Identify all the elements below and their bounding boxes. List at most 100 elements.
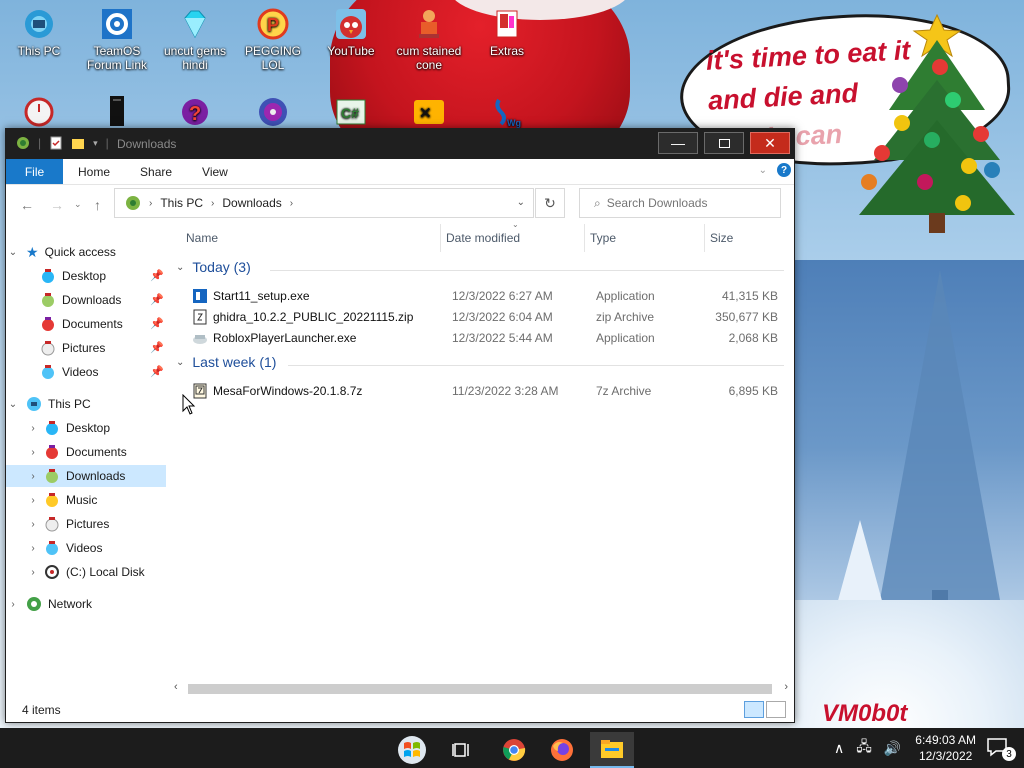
collapse-chevron-icon[interactable]: ⌄: [6, 247, 20, 258]
sidebar-item-network[interactable]: › Network: [6, 593, 166, 615]
up-arrow-icon[interactable]: ↑: [94, 197, 101, 213]
desktop-icon-this-pc[interactable]: This PC: [0, 8, 78, 58]
address-dropdown-icon[interactable]: ⌄: [517, 197, 525, 208]
pin-icon[interactable]: 📌: [150, 341, 164, 354]
firefox-taskbar-button[interactable]: [540, 732, 584, 768]
group-header-last-week[interactable]: ⌄ Last week (1): [176, 354, 276, 370]
volume-icon[interactable]: 🔊: [884, 740, 901, 757]
scroll-left-icon[interactable]: ‹: [174, 681, 178, 693]
desktop-icon-uncut-gems-hindi[interactable]: uncut gems hindi: [156, 8, 234, 72]
search-input[interactable]: [606, 196, 767, 210]
chrome-taskbar-button[interactable]: [492, 732, 536, 768]
expand-chevron-icon[interactable]: ›: [26, 447, 40, 458]
expand-chevron-icon[interactable]: ›: [26, 423, 40, 434]
new-folder-icon[interactable]: [71, 136, 85, 150]
desktop-icon-disc[interactable]: [234, 96, 312, 128]
sidebar-item-local-disk[interactable]: › (C:) Local Disk: [6, 561, 166, 583]
minimize-button[interactable]: —: [658, 132, 698, 154]
horizontal-scrollbar[interactable]: ‹ ›: [170, 680, 790, 697]
scrollbar-thumb[interactable]: [188, 684, 772, 694]
sidebar-item-pc-pictures[interactable]: › Pictures: [6, 513, 166, 535]
title-bar[interactable]: | ▾ | Downloads — ✕: [6, 129, 794, 159]
desktop-icon-pegging-lol[interactable]: P PEGGING LOL: [234, 8, 312, 72]
sidebar-item-pc-music[interactable]: › Music: [6, 489, 166, 511]
column-header-size[interactable]: Size: [710, 224, 733, 252]
sidebar-item-quick-access[interactable]: ⌄ ★ Quick access: [6, 241, 166, 263]
pin-icon[interactable]: 📌: [150, 365, 164, 378]
desktop-icon-tower[interactable]: [78, 94, 156, 126]
collapse-group-icon: ⌄: [176, 261, 185, 273]
expand-chevron-icon[interactable]: ›: [26, 567, 40, 578]
properties-icon[interactable]: [49, 136, 63, 150]
maximize-button[interactable]: [704, 132, 744, 154]
action-center-button[interactable]: 3: [986, 737, 1016, 761]
desktop-icon-csharp[interactable]: C#: [312, 96, 390, 128]
customize-toolbar-icon[interactable]: ▾: [93, 138, 98, 149]
file-row[interactable]: ghidra_10.2.2_PUBLIC_20221115.zip 12/3/2…: [184, 306, 784, 327]
breadcrumb-separator-icon[interactable]: ›: [290, 198, 293, 209]
close-button[interactable]: ✕: [750, 132, 790, 154]
sidebar-item-quick-desktop[interactable]: Desktop 📌: [6, 265, 166, 287]
details-view-button[interactable]: [744, 701, 764, 718]
desktop-icon-youtube[interactable]: YouTube: [312, 8, 390, 58]
help-icon[interactable]: ?: [777, 163, 791, 177]
expand-chevron-icon[interactable]: ›: [26, 519, 40, 530]
desktop-icon-cum-stained-cone[interactable]: cum stained cone: [390, 8, 468, 72]
show-hidden-icons-icon[interactable]: ∧: [834, 740, 844, 757]
file-row[interactable]: Start11_setup.exe 12/3/2022 6:27 AM Appl…: [184, 285, 784, 306]
breadcrumb-separator-icon[interactable]: ›: [211, 198, 214, 209]
sidebar-item-pc-documents[interactable]: › Documents: [6, 441, 166, 463]
collapse-chevron-icon[interactable]: ⌄: [6, 399, 20, 410]
tab-view[interactable]: View: [187, 159, 243, 184]
desktop-icon-clock-app[interactable]: [0, 96, 78, 128]
search-box[interactable]: ⌕: [579, 188, 781, 218]
sidebar-item-quick-videos[interactable]: Videos 📌: [6, 361, 166, 383]
recent-locations-icon[interactable]: ⌄: [74, 199, 82, 210]
large-icons-view-button[interactable]: [766, 701, 786, 718]
sidebar-item-quick-documents[interactable]: Documents 📌: [6, 313, 166, 335]
sidebar-item-pc-downloads[interactable]: › Downloads: [6, 465, 166, 487]
refresh-button[interactable]: ↻: [535, 188, 565, 218]
documents-folder-icon: [42, 317, 54, 331]
expand-chevron-icon[interactable]: ›: [26, 543, 40, 554]
desktop-icon-teamos-forum-link[interactable]: TeamOS Forum Link: [78, 8, 156, 72]
expand-chevron-icon[interactable]: ›: [26, 495, 40, 506]
desktop-icon-question[interactable]: ?: [156, 96, 234, 128]
breadcrumb-this-pc[interactable]: This PC: [160, 196, 203, 210]
task-view-button[interactable]: [440, 732, 484, 768]
breadcrumb-downloads[interactable]: Downloads: [222, 196, 281, 210]
group-header-today[interactable]: ⌄ Today (3): [176, 259, 251, 275]
pin-icon[interactable]: 📌: [150, 317, 164, 330]
sidebar-item-pc-videos[interactable]: › Videos: [6, 537, 166, 559]
file-row[interactable]: MesaForWindows-20.1.8.7z 11/23/2022 3:28…: [184, 380, 784, 401]
sidebar-item-this-pc[interactable]: ⌄ This PC: [6, 393, 166, 415]
pin-icon[interactable]: 📌: [150, 293, 164, 306]
this-pc-icon: [25, 10, 53, 38]
expand-chevron-icon[interactable]: ›: [6, 599, 20, 610]
sidebar-item-quick-downloads[interactable]: Downloads 📌: [6, 289, 166, 311]
tab-home[interactable]: Home: [63, 159, 125, 184]
start-button[interactable]: [390, 732, 434, 768]
forward-arrow-icon[interactable]: →: [50, 197, 64, 213]
expand-chevron-icon[interactable]: ›: [26, 471, 40, 482]
pin-icon[interactable]: 📌: [150, 269, 164, 282]
file-explorer-taskbar-button[interactable]: [590, 732, 634, 768]
sidebar-item-quick-pictures[interactable]: Pictures 📌: [6, 337, 166, 359]
column-header-type[interactable]: Type: [590, 224, 616, 252]
taskbar-clock[interactable]: 6:49:03 AM 12/3/2022: [915, 732, 976, 764]
expand-ribbon-icon[interactable]: ⌄: [759, 165, 767, 176]
column-header-date-modified[interactable]: Date modified: [446, 224, 520, 252]
back-arrow-icon[interactable]: ←: [20, 197, 34, 213]
desktop-icon-hd-x[interactable]: ✕: [390, 96, 468, 128]
file-row[interactable]: RobloxPlayerLauncher.exe 12/3/2022 5:44 …: [184, 327, 784, 348]
tab-share[interactable]: Share: [125, 159, 187, 184]
network-tray-icon[interactable]: 🖧: [856, 736, 872, 760]
column-header-name[interactable]: Name: [186, 224, 218, 252]
sidebar-item-pc-desktop[interactable]: › Desktop: [6, 417, 166, 439]
breadcrumb-separator-icon[interactable]: ›: [149, 198, 152, 209]
desktop-icon-extras[interactable]: Extras: [468, 8, 546, 58]
scroll-right-icon[interactable]: ›: [784, 681, 788, 693]
address-bar[interactable]: › This PC › Downloads › ⌄: [114, 188, 534, 218]
tab-file[interactable]: File: [6, 159, 63, 184]
desktop-icon-wg-script[interactable]: Wg: [468, 96, 546, 128]
